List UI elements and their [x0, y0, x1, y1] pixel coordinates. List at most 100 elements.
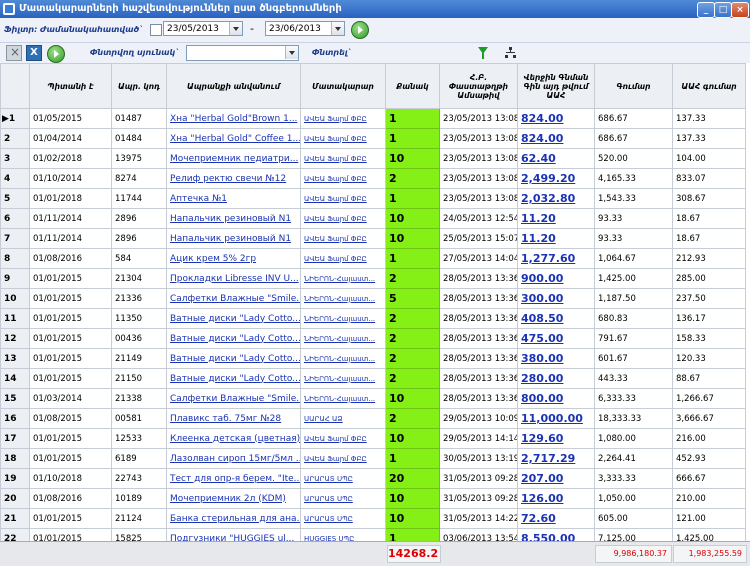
column-header[interactable]: Վերջին Գնման Գին այդ թվում ԱԱՀ	[517, 63, 595, 109]
last-price-link[interactable]: 8,550.00	[517, 528, 595, 541]
table-row[interactable]: 18 01/01/2015 6189 Лазолван сироп 15мг/5мл …	[0, 448, 746, 469]
table-row[interactable]: 9 01/01/2015 21304 Прокладки Libresse INV U…	[0, 268, 746, 289]
last-price-link[interactable]: 72.60	[517, 508, 595, 529]
apply-filter-button[interactable]	[351, 21, 369, 39]
product-name-link[interactable]: Прокладки Libresse INV U...	[166, 268, 301, 289]
supplier-link[interactable]: ՆԻԵՐՈՆ-Հայաստ...	[300, 348, 386, 369]
supplier-link[interactable]: ՆԻԵՐՈՆ-Հայաստ...	[300, 388, 386, 409]
product-name-link[interactable]: Тест для опр-я берем. "Ite...	[166, 468, 301, 489]
supplier-link[interactable]: ԱՎԵԱ Ֆարմ ՓԲԸ	[300, 448, 386, 469]
table-row[interactable]: 21 01/01/2015 21124 Банка стерильная для ан…	[0, 508, 746, 529]
supplier-link[interactable]: ԱՎԵԱ Ֆարմ ՓԲԸ	[300, 168, 386, 189]
last-price-link[interactable]: 300.00	[517, 288, 595, 309]
table-row[interactable]: 7 01/11/2014 2896 Напальчик резиновый N1 ԱՎԵ…	[0, 228, 746, 249]
product-name-link[interactable]: Напальчик резиновый N1	[166, 208, 301, 229]
last-price-link[interactable]: 280.00	[517, 368, 595, 389]
last-price-link[interactable]: 207.00	[517, 468, 595, 489]
chevron-down-icon[interactable]	[285, 46, 298, 59]
table-row[interactable]: 13 01/01/2015 21149 Ватные диски "Lady Cott…	[0, 348, 746, 369]
date-to-picker[interactable]: 23/06/2013	[265, 21, 345, 36]
last-price-link[interactable]: 129.60	[517, 428, 595, 449]
excel-export-icon[interactable]: X	[26, 45, 42, 61]
product-name-link[interactable]: Хна "Herbal Gold" Coffee 1...	[166, 128, 301, 149]
supplier-link[interactable]: ԱՐԱՐԱՏ ՍՊԸ	[300, 488, 386, 509]
product-name-link[interactable]: Ватные диски "Lady Cotto...	[166, 368, 301, 389]
supplier-link[interactable]: ԱՐԱՐԱՏ ՍՊԸ	[300, 508, 386, 529]
last-price-link[interactable]: 126.00	[517, 488, 595, 509]
supplier-link[interactable]: ՆԻԵՐՈՆ-Հայաստ...	[300, 288, 386, 309]
table-row[interactable]: 17 01/01/2015 12533 Клеенка детская (цветна…	[0, 428, 746, 449]
product-name-link[interactable]: Аптечка №1	[166, 188, 301, 209]
table-row[interactable]: 11 01/01/2015 11350 Ватные диски "Lady Cott…	[0, 308, 746, 329]
supplier-link[interactable]: ՆԻԵՐՈՆ-Հայաստ...	[300, 268, 386, 289]
supplier-link[interactable]: ՆԻԵՐՈՆ-Հայաստ...	[300, 328, 386, 349]
product-name-link[interactable]: Ватные диски "Lady Cotto...	[166, 348, 301, 369]
last-price-link[interactable]: 62.40	[517, 148, 595, 169]
last-price-link[interactable]: 900.00	[517, 268, 595, 289]
date-from-picker[interactable]: 23/05/2013	[163, 21, 243, 36]
maximize-icon[interactable]: □	[714, 2, 732, 18]
search-column-select[interactable]	[186, 45, 299, 61]
column-header[interactable]: Գումար	[594, 63, 673, 109]
supplier-link[interactable]: ԱՎԵԱ Ֆարմ ՓԲԸ	[300, 428, 386, 449]
supplier-link[interactable]: ՆԻԵՐՈՆ-Հայաստ...	[300, 368, 386, 389]
table-row[interactable]: 8 01/08/2016 584 Ацик крем 5% 2гр ԱՎԵԱ Ֆարմ …	[0, 248, 746, 269]
column-header[interactable]: Քանակ	[385, 63, 440, 109]
clear-icon[interactable]	[6, 45, 22, 61]
column-header[interactable]: Մատակարար	[300, 63, 386, 109]
last-price-link[interactable]: 11.20	[517, 228, 595, 249]
supplier-link[interactable]: ԱՐԱՐԱՏ ՍՊԸ	[300, 468, 386, 489]
column-header[interactable]: Պիտանի է	[29, 63, 112, 109]
product-name-link[interactable]: Напальчик резиновый N1	[166, 228, 301, 249]
product-name-link[interactable]: Салфетки Влажные "Smile...	[166, 288, 301, 309]
last-price-link[interactable]: 11.20	[517, 208, 595, 229]
product-name-link[interactable]: Хна "Herbal Gold"Brown 1...	[166, 108, 301, 129]
supplier-link[interactable]: HUGGIES ՍՊԸ	[300, 528, 386, 541]
table-row[interactable]: 4 01/10/2014 8274 Релиф ректю свечи №12 ԱՎԵԱ…	[0, 168, 746, 189]
supplier-link[interactable]: ԱՎԵԱ Ֆարմ ՓԲԸ	[300, 128, 386, 149]
product-name-link[interactable]: Клеенка детская (цветная)...	[166, 428, 301, 449]
table-row[interactable]: 5 01/01/2018 11744 Аптечка №1 ԱՎԵԱ Ֆարմ ՓԲԸ 1…	[0, 188, 746, 209]
product-name-link[interactable]: Ацик крем 5% 2гр	[166, 248, 301, 269]
period-filter-checkbox[interactable]	[150, 24, 162, 36]
table-row[interactable]: 12 01/01/2015 00436 Ватные диски "Lady Cott…	[0, 328, 746, 349]
chevron-down-icon[interactable]	[331, 22, 344, 35]
last-price-link[interactable]: 475.00	[517, 328, 595, 349]
last-price-link[interactable]: 380.00	[517, 348, 595, 369]
table-row[interactable]: 2 01/04/2014 01484 Хна "Herbal Gold" Coffee…	[0, 128, 746, 149]
table-row[interactable]: 16 01/08/2015 00581 Плавикс таб. 75мг №28 ՍԱ…	[0, 408, 746, 429]
table-row[interactable]: 6 01/11/2014 2896 Напальчик резиновый N1 ԱՎԵ…	[0, 208, 746, 229]
product-name-link[interactable]: Ватные диски "Lady Cotto...	[166, 328, 301, 349]
refresh-button[interactable]	[47, 45, 65, 63]
hierarchy-icon[interactable]	[505, 47, 516, 58]
last-price-link[interactable]: 2,717.29	[517, 448, 595, 469]
last-price-link[interactable]: 2,032.80	[517, 188, 595, 209]
close-icon[interactable]: ×	[731, 2, 749, 18]
supplier-link[interactable]: ԱՎԵԱ Ֆարմ ՓԲԸ	[300, 148, 386, 169]
last-price-link[interactable]: 11,000.00	[517, 408, 595, 429]
filter-icon[interactable]	[478, 47, 488, 59]
table-row[interactable]: 19 01/10/2018 22743 Тест для опр-я берем. "…	[0, 468, 746, 489]
minimize-icon[interactable]: _	[697, 2, 715, 18]
product-name-link[interactable]: Банка стерильная для ана...	[166, 508, 301, 529]
data-grid[interactable]: Պիտանի է Ապր. կոդ Ապրանքի անվանում Մատակ…	[0, 63, 750, 541]
product-name-link[interactable]: Релиф ректю свечи №12	[166, 168, 301, 189]
table-row[interactable]: 20 01/08/2016 10189 Мочеприемник 2л (KDM) ԱՐ…	[0, 488, 746, 509]
product-name-link[interactable]: Плавикс таб. 75мг №28	[166, 408, 301, 429]
product-name-link[interactable]: Подгузники "HUGGIES ul...	[166, 528, 301, 541]
last-price-link[interactable]: 824.00	[517, 108, 595, 129]
table-row[interactable]: ▶1 01/05/2015 01487 Хна "Herbal Gold"Brown …	[0, 108, 746, 129]
last-price-link[interactable]: 1,277.60	[517, 248, 595, 269]
table-row[interactable]: 3 01/02/2018 13975 Мочеприемник педиатри...…	[0, 148, 746, 169]
column-header[interactable]: ԱԱՀ գումար	[672, 63, 746, 109]
supplier-link[interactable]: ԱՎԵԱ Ֆարմ ՓԲԸ	[300, 108, 386, 129]
chevron-down-icon[interactable]	[229, 22, 242, 35]
supplier-link[interactable]: ԱՎԵԱ Ֆարմ ՓԲԸ	[300, 228, 386, 249]
product-name-link[interactable]: Ватные диски "Lady Cotto...	[166, 308, 301, 329]
supplier-link[interactable]: ԱՎԵԱ Ֆարմ ՓԲԸ	[300, 248, 386, 269]
table-row[interactable]: 10 01/01/2015 21336 Салфетки Влажные "Smile…	[0, 288, 746, 309]
supplier-link[interactable]: ԱՎԵԱ Ֆարմ ՓԲԸ	[300, 188, 386, 209]
column-header[interactable]: Ապր. կոդ	[111, 63, 167, 109]
column-header[interactable]: Հ.Բ. Փաստաթղթի Ամսաթիվ	[439, 63, 518, 109]
last-price-link[interactable]: 800.00	[517, 388, 595, 409]
